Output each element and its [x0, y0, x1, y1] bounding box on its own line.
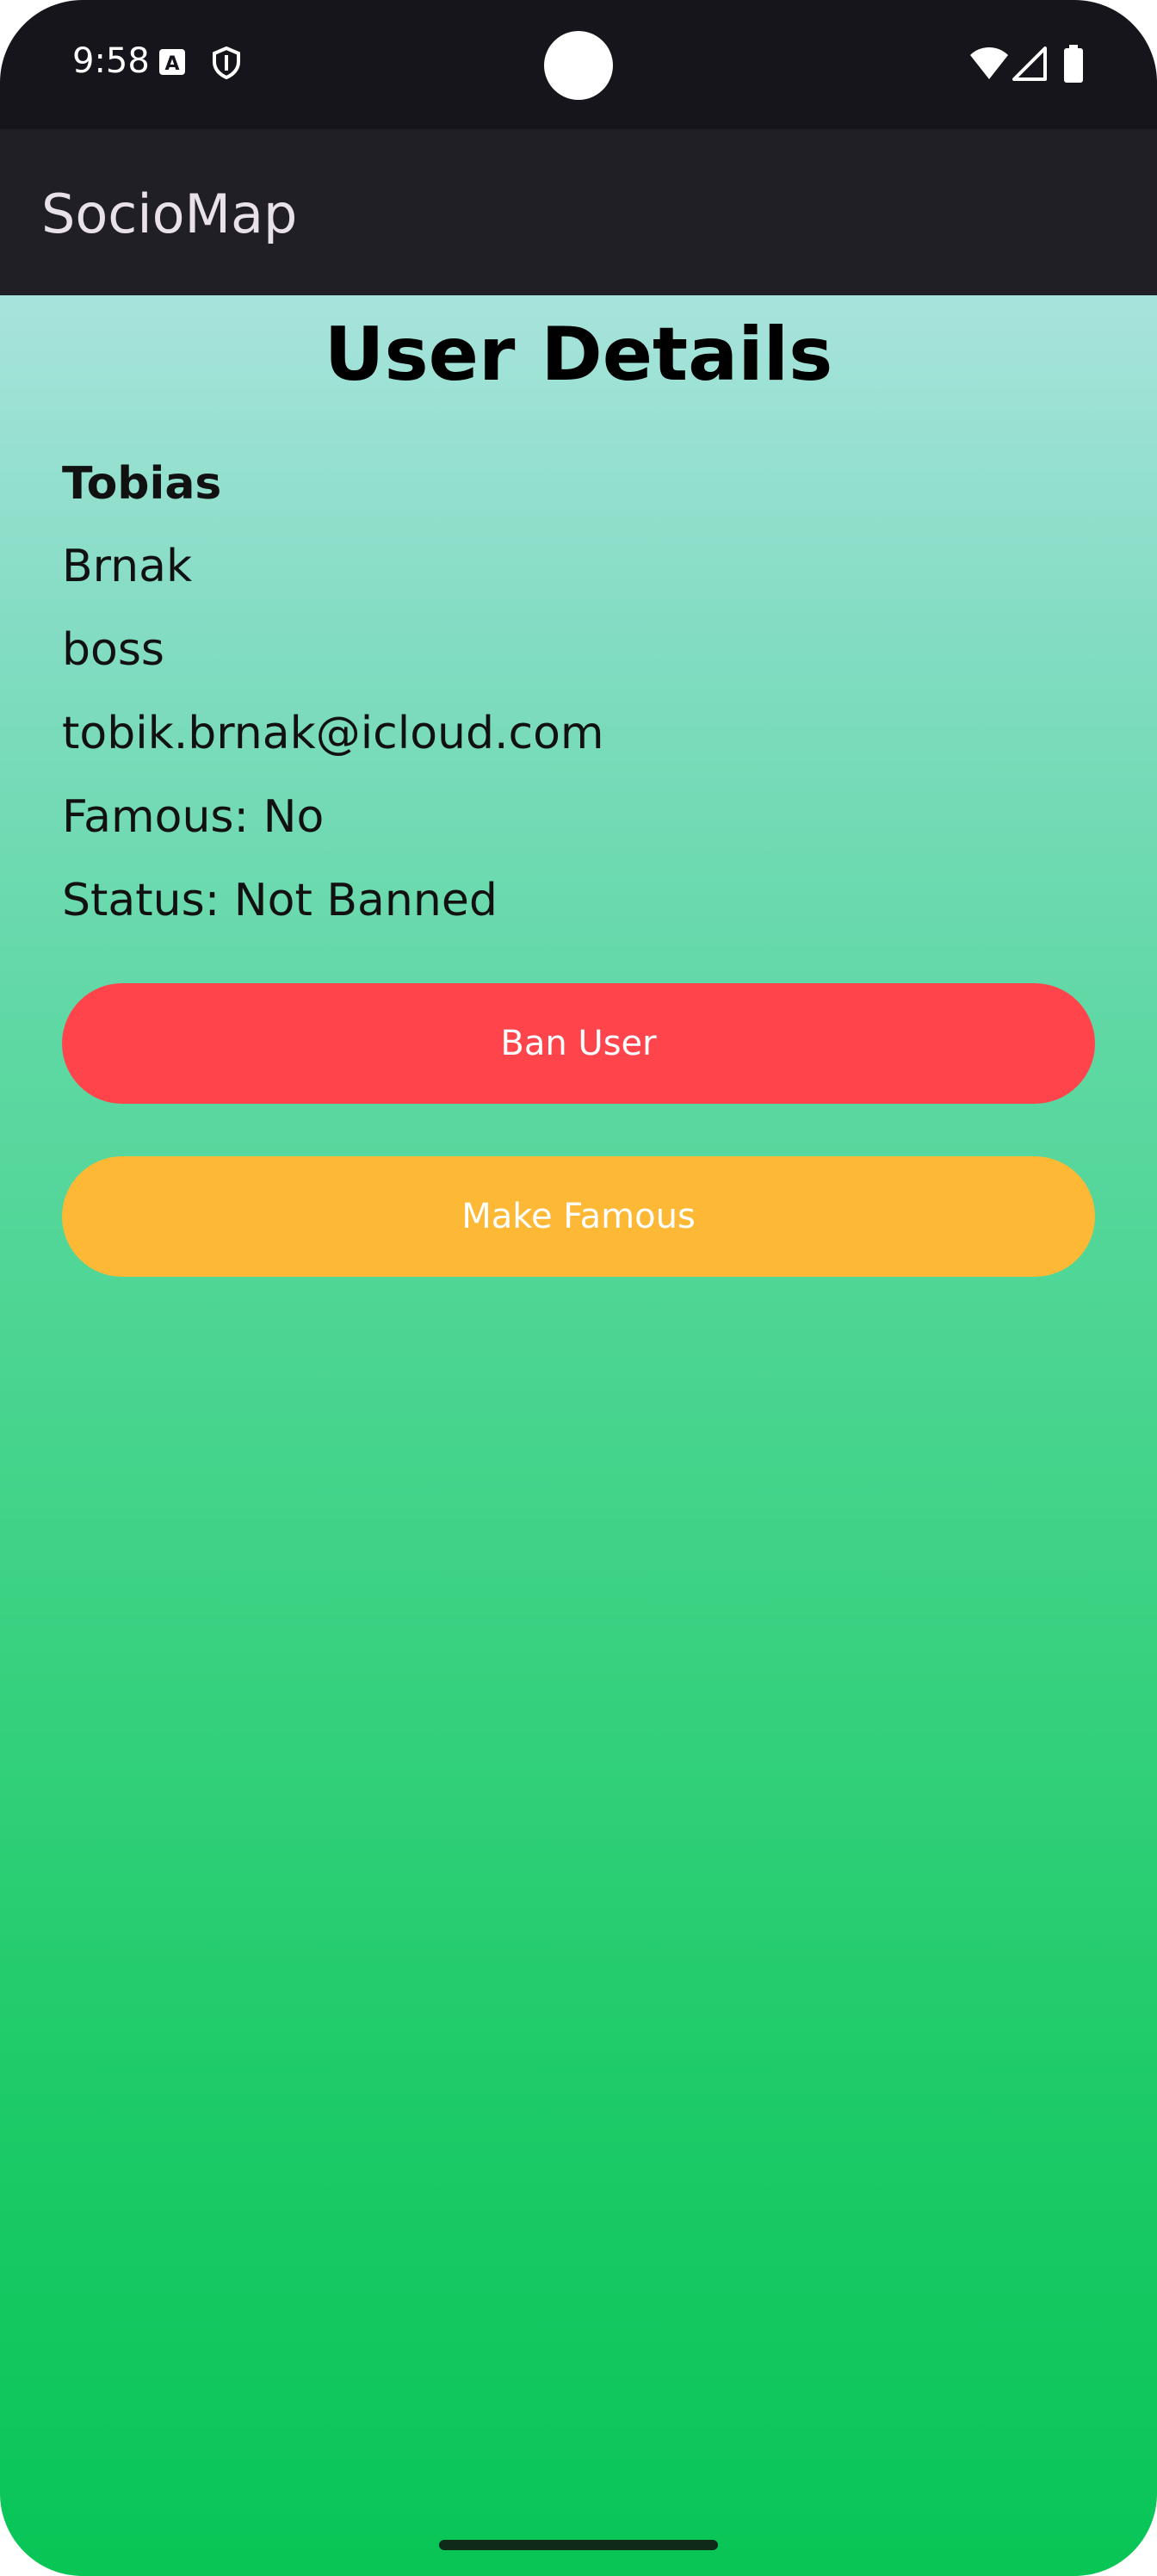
- battery-icon: [1062, 45, 1085, 87]
- make-famous-button[interactable]: Make Famous: [62, 1156, 1095, 1277]
- user-ban-status: Status: Not Banned: [62, 875, 498, 926]
- shield-icon: [212, 46, 241, 84]
- page-title: User Details: [324, 312, 833, 398]
- user-last-name: Brnak: [62, 541, 193, 592]
- user-username: boss: [62, 624, 165, 676]
- svg-text:A: A: [164, 53, 179, 75]
- ban-user-button[interactable]: Ban User: [62, 983, 1095, 1104]
- app-title: SocioMap: [41, 183, 298, 245]
- user-first-name: Tobias: [62, 458, 222, 510]
- status-time: 9:58: [72, 41, 150, 81]
- a-notification-icon: A: [158, 48, 186, 82]
- user-famous-status: Famous: No: [62, 791, 325, 843]
- front-camera: [544, 31, 613, 100]
- user-email: tobik.brnak@icloud.com: [62, 708, 604, 759]
- screen: 9:58 A SocioMap User Details Tobias Brna…: [0, 0, 1157, 2576]
- cell-signal-icon: [1012, 46, 1047, 85]
- wifi-icon: [969, 46, 1009, 85]
- app-bar: SocioMap: [0, 129, 1157, 295]
- status-bar: 9:58 A: [0, 0, 1157, 129]
- gesture-nav-handle[interactable]: [439, 2540, 718, 2550]
